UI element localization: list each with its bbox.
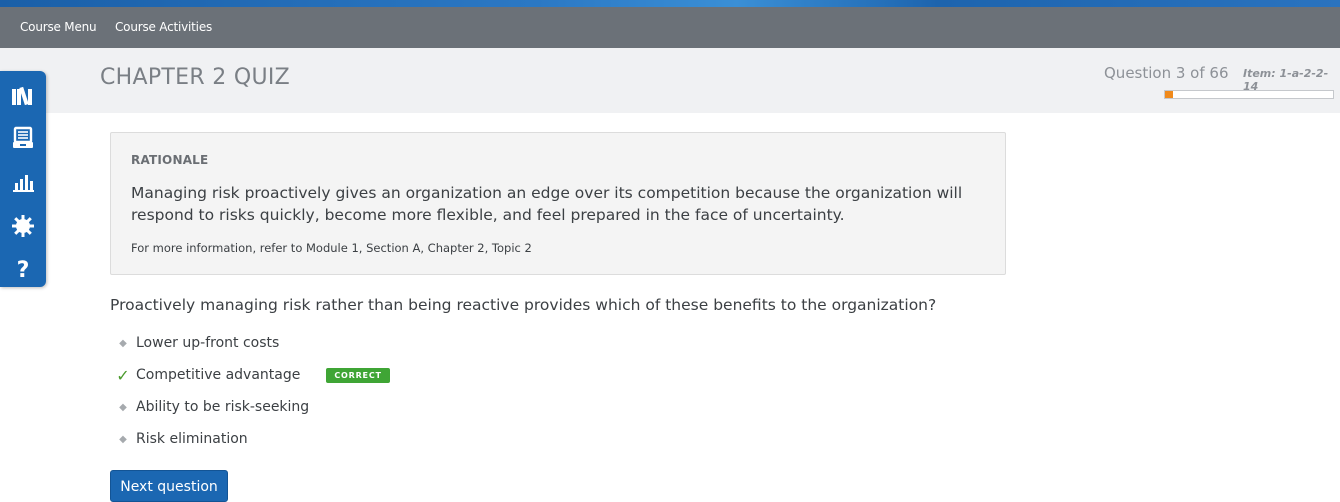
answer-option-label: Competitive advantage — [136, 367, 301, 383]
side-toolbar: ? — [0, 71, 46, 287]
question-counter: Question 3 of 66 — [1104, 64, 1229, 82]
next-question-button[interactable]: Next question — [110, 470, 228, 502]
nav-course-activities[interactable]: Course Activities — [115, 20, 212, 34]
correct-badge: CORRECT — [326, 367, 390, 383]
question-text: Proactively managing risk rather than be… — [110, 296, 937, 314]
diamond-bullet-icon: ◆ — [119, 337, 127, 349]
help-icon[interactable]: ? — [10, 256, 36, 282]
library-icon[interactable] — [10, 83, 36, 109]
checkmark-icon: ✓ — [116, 365, 130, 385]
quiz-header: CHAPTER 2 QUIZ Question 3 of 66 Item: 1-… — [0, 48, 1340, 113]
answer-option[interactable]: ◆ Risk elimination — [110, 428, 248, 450]
rationale-reference: For more information, refer to Module 1,… — [131, 241, 532, 255]
answer-option-correct[interactable]: ✓ Competitive advantage CORRECT — [110, 364, 390, 386]
answer-option[interactable]: ◆ Lower up-front costs — [110, 332, 279, 354]
rationale-panel: RATIONALE Managing risk proactively give… — [110, 132, 1006, 275]
rationale-body: Managing risk proactively gives an organ… — [131, 184, 963, 224]
svg-text:?: ? — [17, 258, 30, 281]
diamond-bullet-icon: ◆ — [119, 401, 127, 413]
answer-option[interactable]: ◆ Ability to be risk-seeking — [110, 396, 309, 418]
notebook-icon[interactable] — [10, 125, 36, 151]
bar-chart-icon[interactable] — [10, 170, 36, 196]
quiz-progress-fill — [1165, 91, 1173, 98]
answer-option-label: Lower up-front costs — [136, 335, 280, 351]
answer-option-label: Ability to be risk-seeking — [136, 399, 310, 415]
rationale-heading: RATIONALE — [131, 153, 209, 167]
gear-icon[interactable] — [10, 213, 36, 239]
diamond-bullet-icon: ◆ — [119, 433, 127, 445]
quiz-progress-bar — [1164, 90, 1334, 99]
answer-option-label: Risk elimination — [136, 431, 248, 447]
page-title: CHAPTER 2 QUIZ — [100, 65, 291, 90]
course-navbar: Course Menu Course Activities — [0, 7, 1340, 48]
top-banner — [0, 0, 1340, 7]
nav-course-menu[interactable]: Course Menu — [20, 20, 97, 34]
